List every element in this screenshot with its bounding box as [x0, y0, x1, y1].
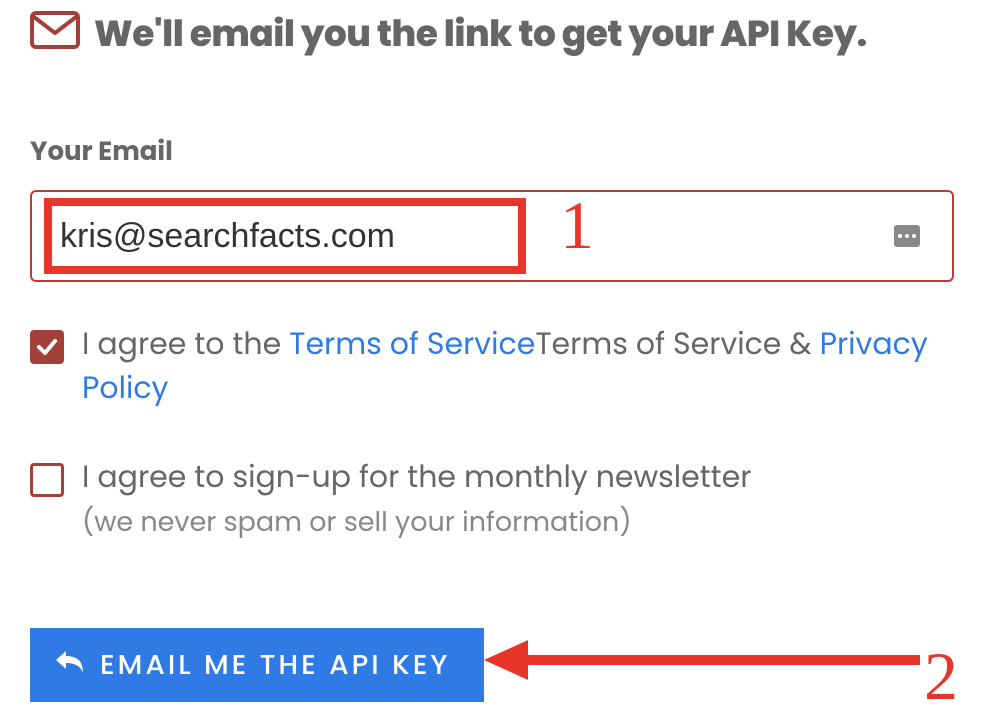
annotation-arrow [480, 620, 980, 700]
page-heading: We'll email you the link to get your API… [30, 0, 954, 61]
terms-checkbox[interactable] [30, 330, 64, 364]
terms-prefix: I agree to the [82, 322, 289, 365]
annotation-step-2: 2 [924, 637, 958, 716]
submit-label: EMAIL ME THE API KEY [100, 644, 450, 686]
email-label: Your Email [30, 133, 954, 172]
email-field-wrapper [30, 190, 954, 282]
newsletter-subnote: (we never spam or sell your information) [82, 503, 954, 543]
ellipsis-icon[interactable] [894, 225, 920, 247]
terms-text: I agree to the Terms of ServiceTerms of … [82, 322, 954, 409]
envelope-icon [30, 11, 80, 56]
newsletter-label: I agree to sign-up for the monthly newsl… [82, 455, 751, 499]
terms-of-service-link[interactable]: Terms of Service [289, 322, 535, 365]
terms-row: I agree to the Terms of ServiceTerms of … [30, 322, 954, 409]
heading-text: We'll email you the link to get your API… [94, 6, 867, 61]
newsletter-row: I agree to sign-up for the monthly newsl… [30, 455, 954, 499]
newsletter-checkbox[interactable] [30, 463, 64, 497]
terms-middle: Terms of Service & [535, 322, 819, 365]
email-api-key-button[interactable]: EMAIL ME THE API KEY [30, 628, 484, 702]
reply-arrow-icon [54, 644, 84, 686]
email-input[interactable] [42, 198, 942, 274]
